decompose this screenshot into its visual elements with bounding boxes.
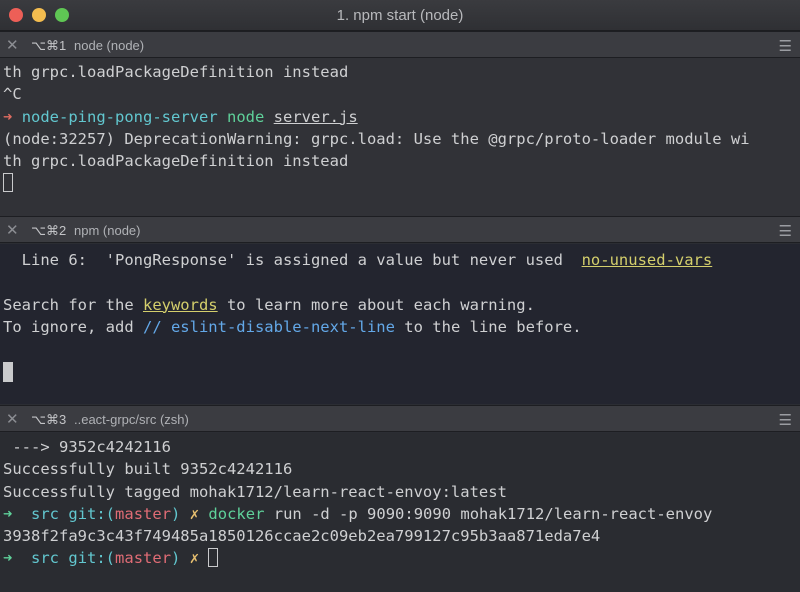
git-label: git:( xyxy=(68,549,116,568)
pane-header-2[interactable]: ✕ ⌥⌘2 npm (node) ☰ xyxy=(0,216,800,243)
pane-shortcut: ⌥⌘3 xyxy=(31,412,67,427)
pane-title: node (node) xyxy=(74,38,145,53)
terminal-line xyxy=(3,172,800,194)
prompt-arrow-icon: ➜ xyxy=(3,504,13,523)
close-icon[interactable]: ✕ xyxy=(6,410,19,428)
terminal-line: ➜ src git:(master) ✗ xyxy=(3,547,800,569)
pane-header-1[interactable]: ✕ ⌥⌘1 node (node) ☰ xyxy=(0,31,800,58)
pane-title: ..eact-grpc/src (zsh) xyxy=(74,412,189,427)
terminal-line: ➜ node-ping-pong-server node server.js xyxy=(3,106,800,128)
git-label: git:( xyxy=(68,504,116,523)
hamburger-menu-icon[interactable]: ☰ xyxy=(779,222,792,240)
prompt-directory: src xyxy=(31,549,60,568)
hamburger-menu-icon[interactable]: ☰ xyxy=(779,37,792,55)
eslint-comment: // eslint-disable-next-line xyxy=(142,317,395,336)
terminal-cursor xyxy=(3,361,13,382)
dirty-mark-icon: ✗ xyxy=(189,504,200,523)
close-icon[interactable]: ✕ xyxy=(6,36,19,54)
terminal-line: 3938f2fa9c3c43f749485a1850126ccae2c09eb2… xyxy=(3,527,601,546)
pane-header-3[interactable]: ✕ ⌥⌘3 ..eact-grpc/src (zsh) ☰ xyxy=(0,405,800,432)
terminal-line: Search for the keywords to learn more ab… xyxy=(3,294,800,316)
terminal-line: (node:32257) DeprecationWarning: grpc.lo… xyxy=(3,129,750,148)
pane-shortcut: ⌥⌘1 xyxy=(31,38,67,53)
text-segment: to the line before. xyxy=(394,317,582,336)
command-name: node xyxy=(227,107,265,126)
git-branch: master xyxy=(115,549,172,568)
terminal-line xyxy=(3,360,800,382)
terminal-pane-1[interactable]: th grpc.loadPackageDefinition instead ^C… xyxy=(0,58,800,216)
terminal-line: ➜ src git:(master) ✗ docker run -d -p 90… xyxy=(3,503,800,525)
lint-message: Line 6: 'PongResponse' is assigned a val… xyxy=(3,251,582,269)
command-argument: server.js xyxy=(273,107,358,126)
git-label: ) xyxy=(171,504,181,523)
keywords-link[interactable]: keywords xyxy=(143,296,218,314)
git-label: ) xyxy=(171,549,181,568)
terminal-line: ---> 9352c4242116 xyxy=(3,438,171,456)
text-segment: To ignore, add xyxy=(3,317,143,336)
command-name: docker xyxy=(208,504,265,523)
pane-title: npm (node) xyxy=(74,223,141,238)
terminal-cursor xyxy=(208,547,219,567)
prompt-directory: node-ping-pong-server xyxy=(21,107,218,126)
prompt-arrow-icon: ➜ xyxy=(3,107,13,126)
text-segment: Search for the xyxy=(3,295,143,314)
git-branch: master xyxy=(115,504,172,523)
window-titlebar: 1. npm start (node) xyxy=(0,0,800,31)
terminal-line: ^C xyxy=(3,85,22,104)
terminal-pane-2[interactable]: Line 6: 'PongResponse' is assigned a val… xyxy=(0,244,800,404)
terminal-line: th grpc.loadPackageDefinition instead xyxy=(3,152,349,171)
terminal-cursor xyxy=(3,172,13,192)
hamburger-menu-icon[interactable]: ☰ xyxy=(779,411,792,429)
close-icon[interactable]: ✕ xyxy=(6,221,19,239)
terminal-line: th grpc.loadPackageDefinition instead xyxy=(3,63,349,81)
dirty-mark-icon: ✗ xyxy=(189,549,200,568)
command-args: run -d -p 9090:9090 mohak1712/learn-reac… xyxy=(264,504,713,523)
lint-rule-link[interactable]: no-unused-vars xyxy=(582,251,713,269)
terminal-line: Line 6: 'PongResponse' is assigned a val… xyxy=(3,249,800,271)
prompt-arrow-icon: ➜ xyxy=(3,549,13,568)
pane-shortcut: ⌥⌘2 xyxy=(31,223,67,238)
terminal-line: Successfully tagged mohak1712/learn-reac… xyxy=(3,482,507,501)
text-segment: to learn more about each warning. xyxy=(217,295,535,314)
terminal-pane-3[interactable]: ---> 9352c4242116 Successfully built 935… xyxy=(0,433,800,592)
window-title: 1. npm start (node) xyxy=(336,7,464,24)
terminal-line: To ignore, add // eslint-disable-next-li… xyxy=(3,316,800,338)
terminal-line: Successfully built 9352c4242116 xyxy=(3,460,293,479)
prompt-directory: src xyxy=(31,504,60,523)
